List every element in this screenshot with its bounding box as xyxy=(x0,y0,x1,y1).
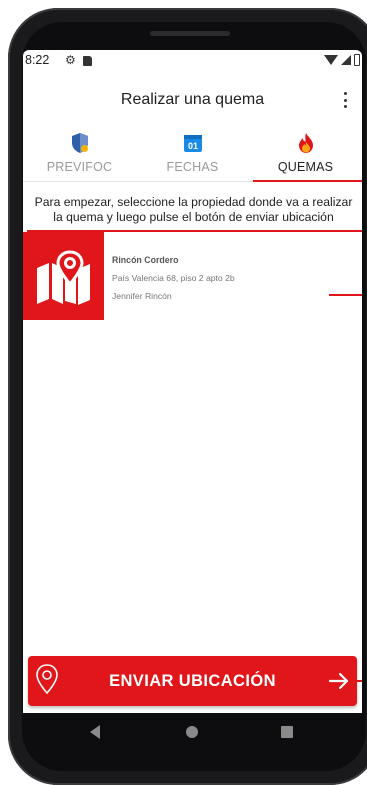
earpiece-speaker xyxy=(150,31,230,36)
page-title: Realizar una quema xyxy=(120,91,265,108)
sd-card-icon xyxy=(83,56,92,66)
status-bar: 8:22 ⚙ xyxy=(23,50,362,72)
active-tab-indicator xyxy=(253,180,362,182)
calendar-day: 01 xyxy=(187,141,197,151)
gear-icon: ⚙ xyxy=(65,53,76,67)
property-owner: Jennifer Rincón xyxy=(112,291,172,301)
system-nav-bar xyxy=(23,713,362,753)
arrow-right-icon xyxy=(328,672,349,690)
tab-fechas[interactable]: 01 FECHAS xyxy=(136,128,249,181)
card-accent-line xyxy=(329,294,362,296)
property-name: Rincón Cordero xyxy=(112,255,179,265)
app-screen: 8:22 ⚙ Realizar una quema PREVIFOC 01 FE… xyxy=(23,50,362,713)
status-time: 8:22 xyxy=(25,53,50,67)
send-location-button[interactable]: ENVIAR UBICACIÓN xyxy=(28,656,357,706)
tab-bar: PREVIFOC 01 FECHAS QUEMAS xyxy=(23,128,362,182)
back-icon[interactable] xyxy=(90,725,100,739)
button-accent-line xyxy=(357,680,362,682)
tab-label: QUEMAS xyxy=(277,160,334,174)
signal-icon xyxy=(341,55,351,65)
property-address: País Valencia 68, piso 2 apto 2b xyxy=(112,273,235,283)
tab-label: FECHAS xyxy=(166,160,219,174)
wifi-icon xyxy=(324,55,338,65)
shield-icon xyxy=(71,133,88,153)
map-pin-icon xyxy=(37,250,90,305)
more-vert-icon[interactable] xyxy=(344,92,348,108)
battery-icon xyxy=(354,54,360,66)
property-card[interactable]: Rincón Cordero País Valencia 68, piso 2 … xyxy=(23,232,362,320)
home-icon[interactable] xyxy=(186,726,198,738)
calendar-icon: 01 xyxy=(183,135,202,152)
tab-quemas[interactable]: QUEMAS xyxy=(249,128,362,182)
tab-previfoc[interactable]: PREVIFOC xyxy=(23,128,136,181)
tab-label: PREVIFOC xyxy=(46,160,113,174)
recents-icon[interactable] xyxy=(281,726,293,738)
property-thumbnail xyxy=(23,232,104,320)
status-indicators xyxy=(324,54,360,66)
fire-icon xyxy=(298,133,313,153)
instructions-text: Para empezar, seleccione la propiedad do… xyxy=(34,195,353,224)
send-button-label: ENVIAR UBICACIÓN xyxy=(109,672,276,690)
